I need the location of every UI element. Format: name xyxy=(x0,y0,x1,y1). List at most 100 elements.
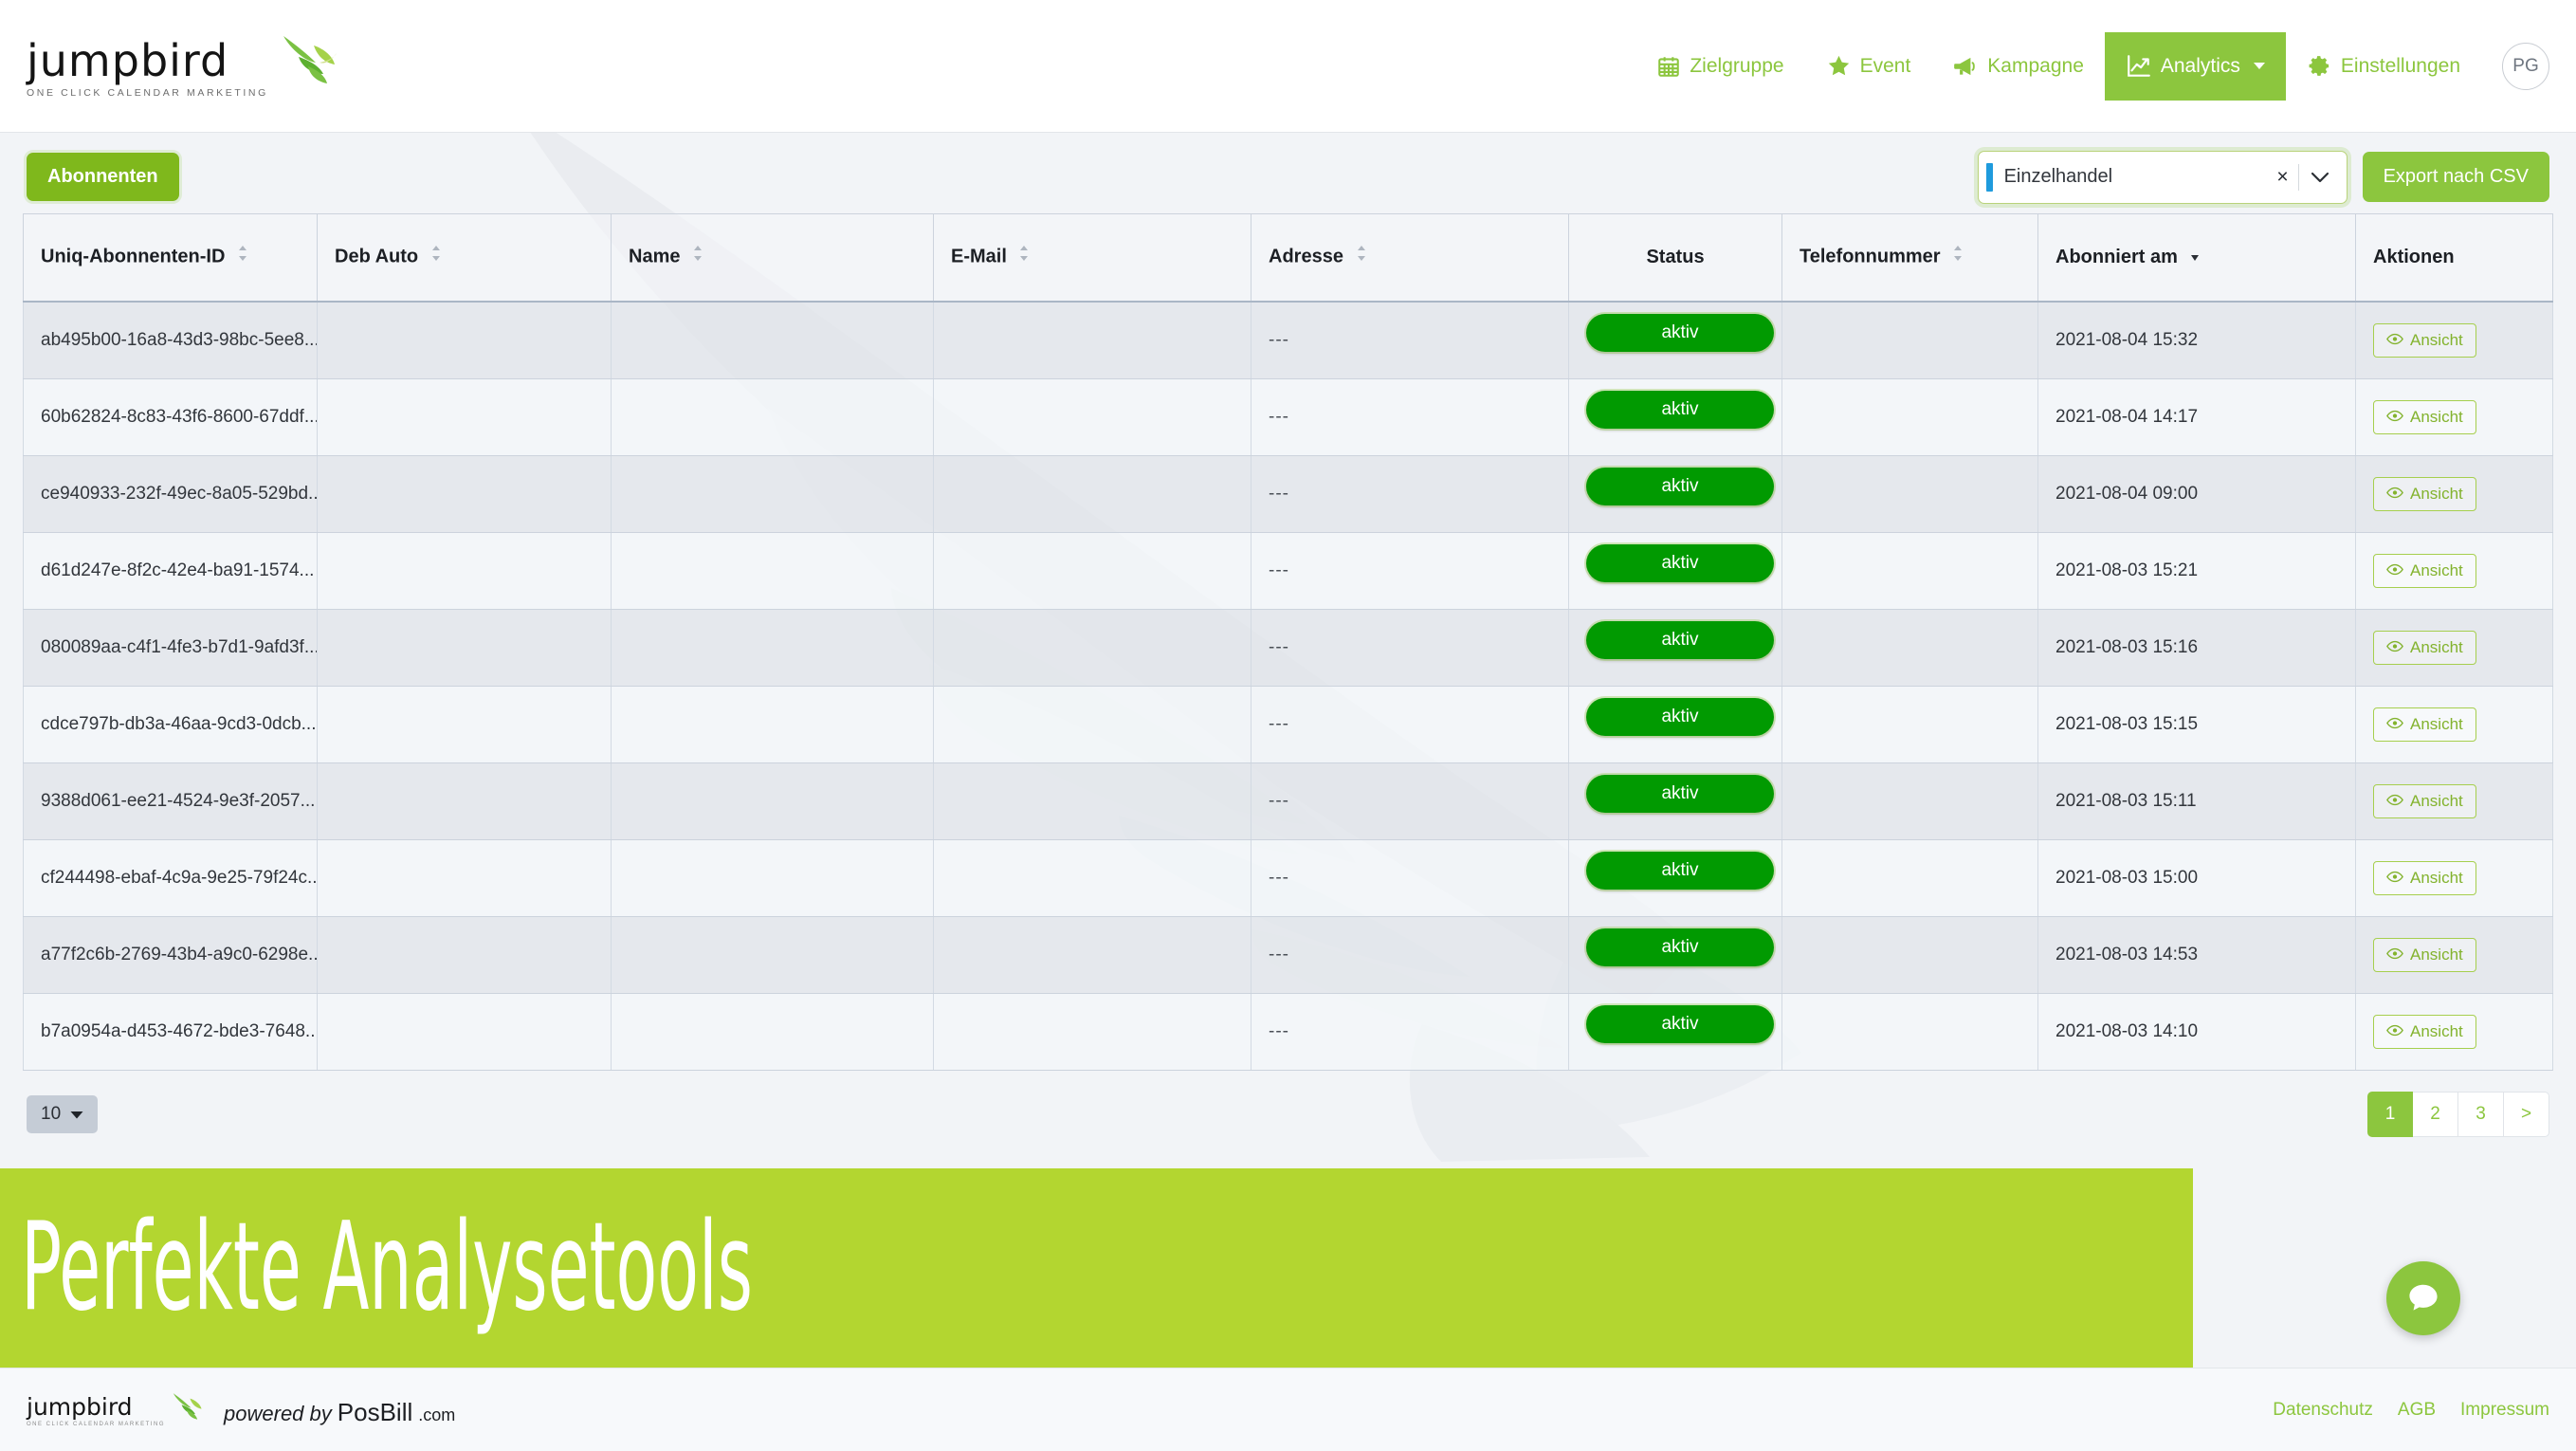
column-header-abonniert-am[interactable]: Abonniert am xyxy=(2037,213,2356,303)
posbill-brand: PosBill xyxy=(337,1398,413,1426)
footer-links: Datenschutz AGB Impressum xyxy=(2273,1400,2549,1421)
cell-deb-auto xyxy=(317,532,612,610)
cell-aktionen: Ansicht xyxy=(2355,762,2553,840)
pagination-next[interactable]: > xyxy=(2504,1091,2549,1137)
nav-label-zielgruppe: Zielgruppe xyxy=(1690,54,1784,77)
branch-filter-select[interactable]: Einzelhandel × xyxy=(1977,150,2348,204)
view-button[interactable]: Ansicht xyxy=(2373,1014,2476,1049)
megaphone-icon xyxy=(1952,54,1979,79)
cell-aktionen: Ansicht xyxy=(2355,301,2553,379)
nav-item-kampagne[interactable]: Kampagne xyxy=(1931,32,2105,101)
column-header-email[interactable]: E-Mail xyxy=(933,213,1251,303)
chat-support-button[interactable] xyxy=(2386,1261,2460,1335)
abonnenten-button[interactable]: Abonnenten xyxy=(27,153,179,201)
pagination-page-1[interactable]: 1 xyxy=(2367,1091,2413,1137)
view-button[interactable]: Ansicht xyxy=(2373,399,2476,434)
status-badge[interactable]: aktiv xyxy=(1586,467,1774,505)
cell-adresse: --- xyxy=(1251,839,1569,917)
status-badge[interactable]: aktiv xyxy=(1586,543,1774,582)
view-button-label: Ansicht xyxy=(2410,560,2463,579)
table-row[interactable]: 9388d061-ee21-4524-9e3f-2057... --- aktiv 2… xyxy=(23,762,2553,840)
avatar-initials: PG xyxy=(2512,55,2539,76)
cell-email xyxy=(933,609,1251,687)
footer-link-impressum[interactable]: Impressum xyxy=(2460,1400,2549,1421)
column-header-telefonnummer[interactable]: Telefonnummer xyxy=(1781,213,2038,303)
view-button[interactable]: Ansicht xyxy=(2373,476,2476,511)
pagination-page-2[interactable]: 2 xyxy=(2413,1091,2458,1137)
pagination-page-3[interactable]: 3 xyxy=(2458,1091,2504,1137)
chevron-down-icon xyxy=(2253,63,2265,69)
cell-uniq-id: ce940933-232f-49ec-8a05-529bd... xyxy=(23,455,318,533)
page-size-select[interactable]: 10 xyxy=(27,1094,99,1133)
table-row[interactable]: ce940933-232f-49ec-8a05-529bd... --- aktiv… xyxy=(23,455,2553,533)
cell-deb-auto xyxy=(317,455,612,533)
view-button[interactable]: Ansicht xyxy=(2373,553,2476,588)
cell-email xyxy=(933,686,1251,763)
status-badge[interactable]: aktiv xyxy=(1586,620,1774,659)
cell-adresse: --- xyxy=(1251,609,1569,687)
status-badge[interactable]: aktiv xyxy=(1586,697,1774,736)
table-row[interactable]: 60b62824-8c83-43f6-8600-67ddf... --- aktiv… xyxy=(23,378,2553,456)
status-badge[interactable]: aktiv xyxy=(1586,851,1774,890)
view-button[interactable]: Ansicht xyxy=(2373,322,2476,358)
cell-aktionen: Ansicht xyxy=(2355,839,2553,917)
column-header-aktionen: Aktionen xyxy=(2355,213,2553,303)
pagination-bar: 10 1 2 3 > xyxy=(0,1071,2576,1137)
cell-adresse: --- xyxy=(1251,993,1569,1071)
view-button-label: Ansicht xyxy=(2410,868,2463,887)
view-button-label: Ansicht xyxy=(2410,945,2463,964)
cell-email xyxy=(933,916,1251,994)
column-header-adresse[interactable]: Adresse xyxy=(1251,213,1569,303)
view-button[interactable]: Ansicht xyxy=(2373,937,2476,972)
brand-logo[interactable]: jumpbird ONE CLICK CALENDAR MARKETING xyxy=(27,34,337,99)
close-icon[interactable]: × xyxy=(2267,167,2297,187)
status-badge[interactable]: aktiv xyxy=(1586,774,1774,813)
table-row[interactable]: cf244498-ebaf-4c9a-9e25-79f24c... --- akti… xyxy=(23,839,2553,917)
cell-aktionen: Ansicht xyxy=(2355,993,2553,1071)
column-label: Status xyxy=(1646,246,1705,267)
cell-status: aktiv xyxy=(1568,609,1782,687)
status-badge[interactable]: aktiv xyxy=(1586,1004,1774,1043)
cell-deb-auto xyxy=(317,686,612,763)
nav-item-analytics[interactable]: Analytics xyxy=(2104,31,2286,101)
nav-item-zielgruppe[interactable]: Zielgruppe xyxy=(1635,32,1804,101)
cell-deb-auto xyxy=(317,916,612,994)
export-csv-button[interactable]: Export nach CSV xyxy=(2362,152,2549,202)
view-button[interactable]: Ansicht xyxy=(2373,630,2476,665)
status-badge[interactable]: aktiv xyxy=(1586,313,1774,352)
status-badge[interactable]: aktiv xyxy=(1586,928,1774,966)
cell-uniq-id: 9388d061-ee21-4524-9e3f-2057... xyxy=(23,762,318,840)
view-button[interactable]: Ansicht xyxy=(2373,783,2476,818)
footer-link-agb[interactable]: AGB xyxy=(2398,1400,2436,1421)
table-header-row: Uniq-Abonnenten-ID Deb Auto Name E-Mail … xyxy=(23,213,2553,303)
cell-status: aktiv xyxy=(1568,916,1782,994)
column-header-deb-auto[interactable]: Deb Auto xyxy=(317,213,612,303)
cell-email xyxy=(933,839,1251,917)
cell-email xyxy=(933,301,1251,379)
cell-abonniert-am: 2021-08-03 15:00 xyxy=(2037,839,2356,917)
nav-item-einstellungen[interactable]: Einstellungen xyxy=(2286,32,2481,101)
cell-aktionen: Ansicht xyxy=(2355,378,2553,456)
cell-adresse: --- xyxy=(1251,762,1569,840)
table-row[interactable]: 080089aa-c4f1-4fe3-b7d1-9afd3f... --- akti… xyxy=(23,609,2553,687)
column-header-name[interactable]: Name xyxy=(611,213,934,303)
table-row[interactable]: d61d247e-8f2c-42e4-ba91-1574... --- aktiv 2… xyxy=(23,532,2553,610)
page-size-value: 10 xyxy=(41,1103,62,1124)
sort-icon xyxy=(237,245,248,267)
table-row[interactable]: b7a0954a-d453-4672-bde3-7648... --- aktiv 2… xyxy=(23,993,2553,1071)
avatar[interactable]: PG xyxy=(2502,42,2549,90)
table-row[interactable]: a77f2c6b-2769-43b4-a9c0-6298e... --- aktiv… xyxy=(23,916,2553,994)
view-button[interactable]: Ansicht xyxy=(2373,860,2476,895)
cell-status: aktiv xyxy=(1568,839,1782,917)
nav-item-event[interactable]: Event xyxy=(1805,32,1932,101)
column-header-uniq-id[interactable]: Uniq-Abonnenten-ID xyxy=(23,213,318,303)
footer-link-datenschutz[interactable]: Datenschutz xyxy=(2273,1400,2373,1421)
table-row[interactable]: cdce797b-db3a-46aa-9cd3-0dcb... --- aktiv 2… xyxy=(23,686,2553,763)
chevron-down-icon[interactable] xyxy=(2299,171,2337,183)
table-row[interactable]: ab495b00-16a8-43d3-98bc-5ee8... --- aktiv 2… xyxy=(23,301,2553,379)
star-icon xyxy=(1826,53,1852,79)
cell-telefonnummer xyxy=(1781,301,2038,379)
cell-adresse: --- xyxy=(1251,532,1569,610)
status-badge[interactable]: aktiv xyxy=(1586,390,1774,429)
view-button[interactable]: Ansicht xyxy=(2373,707,2476,742)
